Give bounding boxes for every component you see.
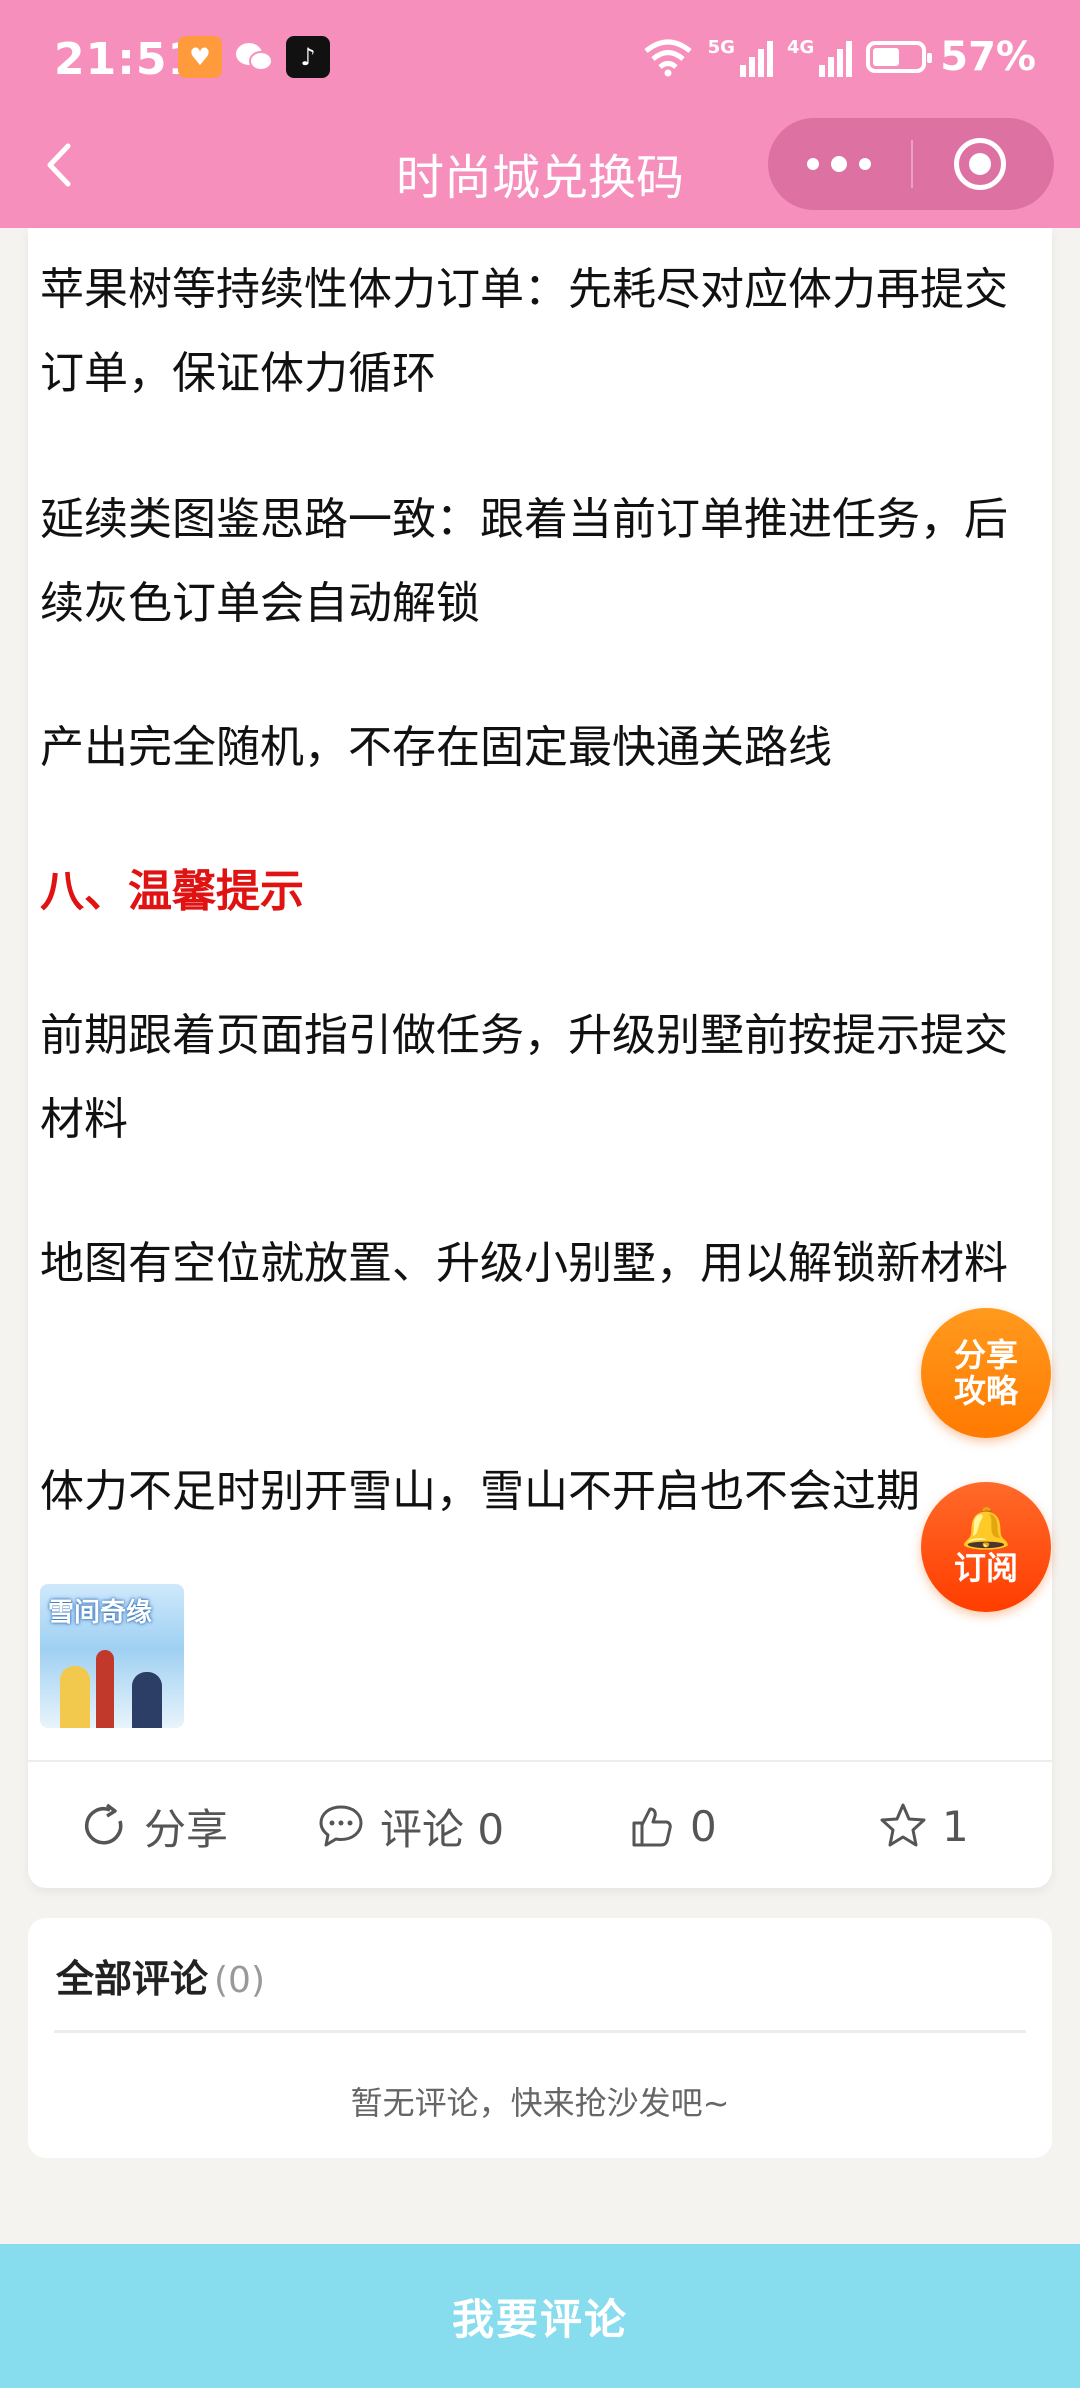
- game-thumbnail[interactable]: 雪间奇缘: [40, 1584, 184, 1728]
- article-card: 苹果树等持续性体力订单：先耗尽对应体力再提交订单，保证体力循环 延续类图鉴思路一…: [28, 228, 1052, 1888]
- section-heading: 八、温馨提示: [40, 866, 304, 917]
- article-paragraph: 苹果树等持续性体力订单：先耗尽对应体力再提交订单，保证体力循环: [40, 264, 1008, 399]
- favorite-count: 1: [942, 1801, 969, 1851]
- comments-section: 全部评论 (0) 暂无评论，快来抢沙发吧~: [28, 1918, 1052, 2158]
- empty-comments-text: 暂无评论，快来抢沙发吧~: [350, 2084, 730, 2122]
- comments-divider: [54, 2030, 1026, 2033]
- signal-5g-label: 5G: [707, 37, 735, 58]
- thumbnail-figure: [60, 1666, 90, 1728]
- signal-5g-icon: 5G: [708, 37, 773, 77]
- article-paragraph: 体力不足时别开雪山，雪山不开启也不会过期: [40, 1466, 920, 1517]
- more-dot-icon: [859, 158, 871, 170]
- battery-percent: 57%: [940, 34, 1036, 80]
- share-action[interactable]: 分享: [80, 1796, 228, 1856]
- more-button[interactable]: [768, 118, 910, 210]
- health-app-icon: ♥: [178, 36, 222, 78]
- more-dot-icon: [831, 156, 847, 172]
- notification-icons: ♥ ♪: [178, 36, 330, 78]
- share-guide-line1: 分享: [953, 1336, 1018, 1374]
- wifi-icon: [644, 39, 692, 77]
- thumbnail-figure: [132, 1672, 162, 1728]
- favorite-action[interactable]: 1: [878, 1796, 969, 1856]
- like-action[interactable]: 0: [626, 1796, 717, 1856]
- article-paragraph: 延续类图鉴思路一致：跟着当前订单推进任务，后续灰色订单会自动解锁: [40, 494, 1008, 629]
- more-dot-icon: [807, 158, 819, 170]
- subscribe-button[interactable]: 🔔 订阅: [921, 1482, 1051, 1612]
- battery-level: [873, 48, 900, 66]
- share-icon: [84, 1803, 123, 1845]
- wechat-icon: [232, 36, 276, 78]
- capsule-divider: [911, 140, 913, 188]
- share-guide-button[interactable]: 分享 攻略: [921, 1308, 1051, 1438]
- actions-divider: [28, 1760, 1052, 1762]
- thumbnail-title: 雪间奇缘: [48, 1598, 153, 1628]
- top-bar: 21:51 ♥ ♪ 5G 4G 57% 时尚城兑换码: [0, 0, 1080, 228]
- share-label: 分享: [144, 1804, 229, 1854]
- article-paragraph: 产出完全随机，不存在固定最快通关路线: [40, 722, 832, 773]
- bell-icon: 🔔: [961, 1506, 1011, 1552]
- comment-label: 评论 0: [380, 1804, 505, 1854]
- status-bar: 21:51 ♥ ♪ 5G 4G 57%: [0, 0, 1080, 118]
- tiktok-icon: ♪: [286, 36, 330, 78]
- write-comment-button[interactable]: 我要评论: [0, 2244, 1080, 2388]
- close-miniprogram-icon[interactable]: [954, 138, 1006, 190]
- comment-icon: [319, 1805, 363, 1847]
- subscribe-label: 订阅: [953, 1549, 1018, 1587]
- write-comment-label: 我要评论: [451, 2294, 628, 2344]
- miniprogram-capsule: [768, 118, 1054, 210]
- article-paragraph: 地图有空位就放置、升级小别墅，用以解锁新材料: [40, 1238, 1008, 1289]
- status-right: 5G 4G 57%: [642, 34, 1036, 80]
- thumbs-up-icon: [632, 1807, 672, 1847]
- thumbnail-figure: [96, 1650, 114, 1728]
- comment-action[interactable]: 评论 0: [316, 1796, 504, 1856]
- comments-title: 全部评论 (0): [56, 1948, 265, 2003]
- like-count: 0: [690, 1801, 717, 1851]
- share-guide-line2: 攻略: [953, 1372, 1018, 1410]
- battery-icon: [866, 41, 933, 73]
- nav-bar: 时尚城兑换码: [0, 118, 1080, 228]
- article-paragraph: 前期跟着页面指引做任务，升级别墅前按提示提交材料: [40, 1010, 1008, 1145]
- comments-count: (0): [214, 1960, 266, 2001]
- signal-4g-icon: 4G: [786, 37, 853, 77]
- star-icon: [880, 1803, 926, 1847]
- signal-4g-label: 4G: [786, 37, 815, 58]
- comments-title-text: 全部评论: [56, 1957, 209, 2001]
